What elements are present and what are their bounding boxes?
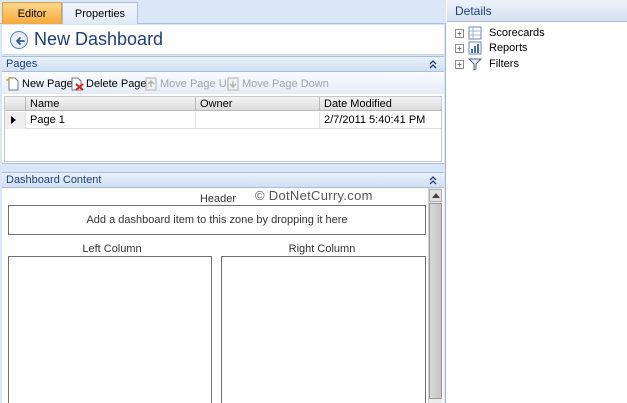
details-title: Details: [447, 0, 627, 22]
pages-panel: New Page Delete Page Move Page Up Move P…: [2, 72, 444, 164]
page-title: New Dashboard: [34, 29, 164, 49]
header-drop-zone[interactable]: Add a dashboard item to this zone by dro…: [8, 205, 426, 235]
current-row-arrow-icon: [11, 116, 16, 124]
tab-properties[interactable]: Properties: [62, 2, 138, 24]
new-page-label: New Page: [22, 78, 73, 90]
watermark: © DotNetCurry.com: [255, 188, 373, 203]
delete-page-icon: [70, 77, 84, 91]
move-page-up-button[interactable]: Move Page Up: [144, 76, 233, 92]
cell-date-modified[interactable]: 2/7/2011 5:40:41 PM: [319, 112, 441, 129]
expand-plus-icon[interactable]: +: [455, 60, 464, 69]
vertical-scrollbar[interactable]: [428, 188, 442, 403]
expand-plus-icon[interactable]: +: [455, 44, 464, 53]
row-selector[interactable]: [5, 112, 25, 129]
right-column-label: Right Column: [288, 243, 356, 255]
move-page-up-label: Move Page Up: [160, 78, 233, 90]
pages-section-title: Pages: [6, 58, 38, 70]
move-page-down-button[interactable]: Move Page Down: [226, 76, 329, 92]
delete-page-button[interactable]: Delete Page: [70, 76, 147, 92]
filter-icon: [467, 57, 483, 71]
tree-label-filters: Filters: [489, 58, 519, 70]
column-header-date-modified[interactable]: Date Modified: [319, 97, 441, 111]
column-header-name[interactable]: Name: [25, 97, 195, 111]
dashboard-content-panel: Header Add a dashboard item to this zone…: [2, 188, 444, 403]
left-column-label: Left Column: [82, 243, 142, 255]
cell-name[interactable]: Page 1: [25, 112, 195, 129]
report-icon: [468, 41, 482, 55]
row-selector-header: [5, 97, 25, 111]
header-zone-label: Header: [199, 193, 237, 205]
new-page-button[interactable]: New Page: [6, 76, 73, 92]
dashboard-content-section-title: Dashboard Content: [6, 174, 102, 186]
cell-owner[interactable]: [195, 112, 319, 129]
table-row[interactable]: Page 1 2/7/2011 5:40:41 PM: [5, 112, 441, 129]
scroll-up-arrow-icon[interactable]: [429, 189, 442, 202]
scorecard-icon: [468, 26, 482, 40]
tree-label-scorecards: Scorecards: [489, 27, 545, 39]
column-header-owner[interactable]: Owner: [195, 97, 319, 111]
collapse-chevrons-icon[interactable]: [428, 58, 438, 70]
delete-page-label: Delete Page: [86, 78, 147, 90]
tab-bar: Editor Properties: [0, 0, 446, 24]
new-page-icon: [6, 76, 20, 91]
title-bar: New Dashboard: [2, 25, 444, 55]
tab-editor[interactable]: Editor: [2, 2, 62, 24]
pages-section-header[interactable]: Pages: [2, 56, 444, 72]
pages-toolbar: New Page Delete Page Move Page Up Move P…: [2, 72, 444, 94]
header-zone-hint: Add a dashboard item to this zone by dro…: [86, 214, 348, 226]
move-down-icon: [226, 77, 240, 91]
left-column-drop-zone[interactable]: [8, 256, 212, 403]
move-up-icon: [144, 77, 158, 91]
scroll-thumb[interactable]: [429, 203, 442, 399]
pages-grid: Name Owner Date Modified Page 1 2/7/2011…: [4, 96, 442, 162]
dashboard-content-section-header[interactable]: Dashboard Content: [2, 172, 444, 188]
right-column-drop-zone[interactable]: [221, 256, 426, 403]
collapse-chevrons-icon[interactable]: [428, 174, 438, 186]
tree-label-reports: Reports: [489, 42, 528, 54]
details-pane: Details + Scorecards + Reports + Filters: [447, 0, 627, 403]
editor-pane: Editor Properties New Dashboard Pages Ne…: [0, 0, 446, 403]
back-arrow-icon[interactable]: [10, 31, 28, 49]
grid-header: Name Owner Date Modified: [5, 97, 441, 111]
move-page-down-label: Move Page Down: [242, 78, 329, 90]
expand-plus-icon[interactable]: +: [455, 29, 464, 38]
